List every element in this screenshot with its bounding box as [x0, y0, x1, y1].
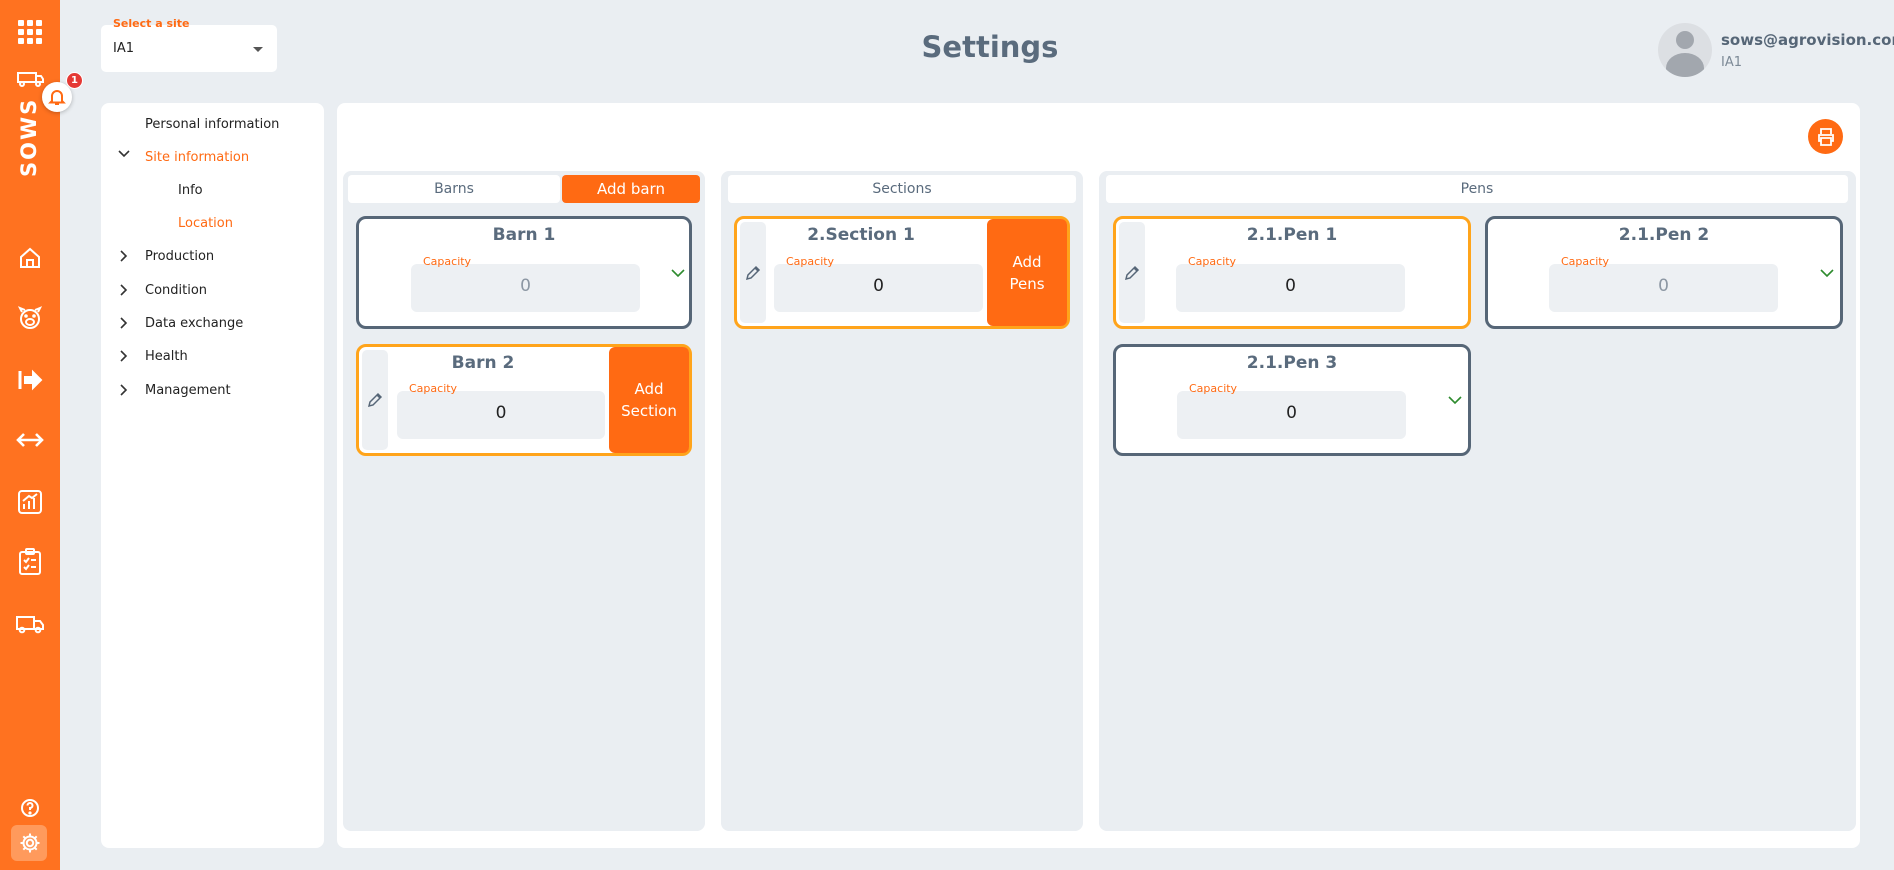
capacity-label: Capacity — [423, 255, 472, 268]
truck-trailer-icon[interactable] — [14, 62, 46, 94]
capacity-field[interactable]: Capacity 0 — [1549, 255, 1778, 312]
user-site: IA1 — [1721, 55, 1742, 70]
capacity-label: Capacity — [786, 255, 835, 268]
nav-site-information[interactable]: Site information — [145, 150, 249, 165]
home-icon[interactable] — [14, 242, 46, 274]
truck-icon[interactable] — [14, 608, 46, 640]
chevron-right-icon[interactable] — [119, 250, 129, 265]
chevron-right-icon[interactable] — [119, 317, 129, 332]
capacity-value: 0 — [495, 403, 507, 423]
capacity-field[interactable]: Capacity 0 — [1176, 255, 1405, 312]
checklist-icon[interactable] — [14, 546, 46, 578]
print-button[interactable] — [1808, 119, 1843, 154]
chevron-right-icon[interactable] — [119, 350, 129, 365]
capacity-value: 0 — [1285, 276, 1296, 296]
page-title: Settings — [921, 30, 1059, 64]
chart-icon[interactable] — [14, 486, 46, 518]
barn-card[interactable]: Barn 2 Capacity 0 Add Section — [356, 344, 692, 456]
pens-column: Pens 2.1.Pen 1 Capacity 0 2.1.Pen 2 Capa… — [1099, 171, 1856, 831]
pencil-icon — [1123, 264, 1141, 282]
capacity-value: 0 — [873, 276, 884, 296]
barn-card[interactable]: Barn 1 Capacity 0 — [356, 216, 692, 329]
sections-column: Sections 2.Section 1 Capacity 0 Add Pens — [721, 171, 1083, 831]
barn-title: Barn 1 — [492, 225, 556, 245]
capacity-label: Capacity — [1189, 382, 1238, 395]
add-section-button[interactable]: Add Section — [609, 347, 689, 453]
capacity-value: 0 — [1286, 403, 1297, 423]
chevron-right-icon[interactable] — [119, 384, 129, 399]
user-email: sows@agrovision.com — [1721, 31, 1894, 49]
pen-card[interactable]: 2.1.Pen 1 Capacity 0 — [1113, 216, 1471, 329]
chevron-right-icon[interactable] — [119, 284, 129, 299]
notification-count-badge: 1 — [66, 72, 83, 89]
chevron-down-icon[interactable] — [669, 264, 687, 282]
site-select-label: Select a site — [113, 17, 190, 30]
capacity-value: 0 — [520, 276, 531, 296]
help-icon[interactable] — [14, 792, 46, 824]
pig-icon[interactable] — [14, 302, 46, 334]
barn-title: Barn 2 — [451, 353, 515, 373]
capacity-value: 0 — [1658, 276, 1669, 296]
add-barn-button[interactable]: Add barn — [562, 175, 700, 203]
pencil-icon — [366, 391, 384, 409]
capacity-field[interactable]: Capacity 0 — [397, 382, 605, 439]
capacity-label: Capacity — [409, 382, 458, 395]
chevron-down-icon[interactable] — [118, 149, 130, 162]
exit-arrow-icon[interactable] — [14, 364, 46, 396]
notifications-button[interactable]: 1 — [42, 72, 83, 112]
printer-icon — [1816, 127, 1836, 147]
chevron-down-icon[interactable] — [1818, 264, 1836, 282]
pen-card[interactable]: 2.1.Pen 2 Capacity 0 — [1485, 216, 1843, 329]
nav-health[interactable]: Health — [145, 349, 188, 364]
nav-data-exchange[interactable]: Data exchange — [145, 316, 243, 331]
transfer-arrows-icon[interactable] — [14, 424, 46, 456]
pen-title: 2.1.Pen 2 — [1618, 225, 1710, 245]
section-card[interactable]: 2.Section 1 Capacity 0 Add Pens — [734, 216, 1070, 329]
capacity-label: Capacity — [1561, 255, 1610, 268]
sections-header: Sections — [728, 175, 1076, 203]
pens-header: Pens — [1106, 175, 1848, 203]
gear-icon[interactable] — [14, 827, 46, 859]
add-pens-button[interactable]: Add Pens — [987, 219, 1067, 326]
pencil-icon — [744, 264, 762, 282]
pen-title: 2.1.Pen 1 — [1246, 225, 1338, 245]
barns-header: Barns — [348, 175, 560, 203]
brand-logo: SOWS — [17, 97, 41, 177]
bell-icon — [48, 88, 66, 106]
pen-title: 2.1.Pen 3 — [1246, 353, 1338, 373]
left-rail: SOWS — [0, 0, 60, 870]
capacity-field[interactable]: Capacity 0 — [411, 255, 640, 312]
nav-personal-information[interactable]: Personal information — [145, 117, 279, 132]
settings-nav: Personal information Site information In… — [101, 103, 324, 848]
nav-info[interactable]: Info — [178, 183, 203, 198]
nav-production[interactable]: Production — [145, 249, 214, 264]
avatar — [1658, 23, 1712, 77]
capacity-label: Capacity — [1188, 255, 1237, 268]
nav-location[interactable]: Location — [178, 216, 233, 231]
chevron-down-icon[interactable] — [1446, 391, 1464, 409]
nav-management[interactable]: Management — [145, 383, 231, 398]
capacity-field[interactable]: Capacity 0 — [774, 255, 983, 312]
barns-column: Barns Add barn Barn 1 Capacity 0 Barn 2 … — [343, 171, 705, 831]
nav-condition[interactable]: Condition — [145, 283, 207, 298]
pen-card[interactable]: 2.1.Pen 3 Capacity 0 — [1113, 344, 1471, 456]
user-menu[interactable]: sows@agrovision.com IA1 — [1658, 23, 1894, 77]
capacity-field[interactable]: Capacity 0 — [1177, 382, 1406, 439]
section-title: 2.Section 1 — [807, 225, 915, 245]
